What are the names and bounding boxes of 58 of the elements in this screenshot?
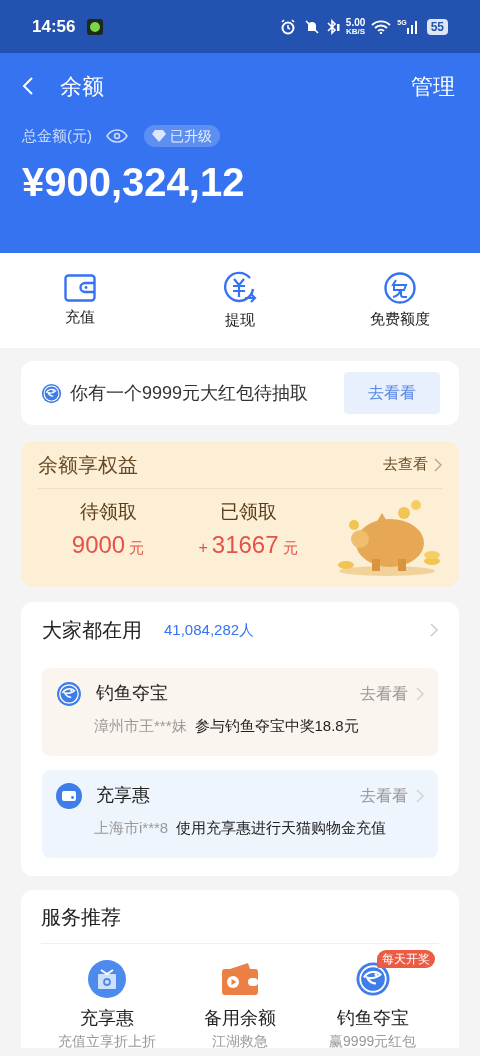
action-button[interactable]: 提现 <box>223 270 257 331</box>
wifi-icon <box>371 19 392 34</box>
service-title: 充享惠 <box>96 784 150 807</box>
user-name: 漳州市王***妹 <box>94 716 187 736</box>
card-icon <box>56 782 82 809</box>
battery-level: 55 <box>426 18 448 35</box>
section-title: 大家都在用 <box>42 618 142 643</box>
section-title: 服务推荐 <box>41 904 121 930</box>
stat-label: 已领取 <box>219 500 277 524</box>
view-link[interactable]: 去查看 <box>383 453 428 476</box>
back-button[interactable] <box>22 75 36 97</box>
chevron-right-icon <box>434 457 442 472</box>
service-card[interactable]: 钓鱼夺宝 去看看 漳州市王***妹 参与钓鱼夺宝中奖18.8元 <box>42 668 438 756</box>
chevron-right-icon <box>416 788 424 803</box>
service-card[interactable]: 充享惠 去看看 上海市i***8 使用充享惠进行天猫购物金充值 <box>42 770 438 858</box>
stat-unit: 元 <box>282 538 298 558</box>
yuan-transfer-icon <box>223 270 257 305</box>
activity-text: 使用充享惠进行天猫购物金充值 <box>176 818 387 838</box>
promo-text: 你有一个9999元大红包待抽取 <box>70 381 309 405</box>
balance-label: 总金额(元) <box>22 126 92 146</box>
action-button[interactable]: 免费额度 <box>370 271 430 330</box>
daily-draw-badge: 每天开奖 <box>376 950 435 968</box>
plus-sign: + <box>198 538 208 558</box>
service-item[interactable]: 备用余额 江湖救急 <box>173 944 307 1050</box>
service-item[interactable]: 每天开奖 钓鱼夺宝 赢9999元红包 <box>306 944 439 1050</box>
wallet-icon <box>64 273 96 302</box>
clock-time: 14:56 <box>32 15 76 38</box>
network-speed-unit: KB/S <box>346 27 366 36</box>
chevron-right-icon <box>430 623 438 637</box>
wallet-icon <box>222 961 258 997</box>
user-name: 上海市i***8 <box>94 818 169 838</box>
service-subtitle: 江湖救急 <box>212 1032 268 1050</box>
gift-icon <box>88 960 127 998</box>
balance-amount: ¥900,324,12 <box>22 161 246 202</box>
service-subtitle: 赢9999元红包 <box>329 1032 417 1050</box>
app-icon <box>87 18 104 35</box>
stat-value: 31667 <box>211 531 279 559</box>
stat-value: 9000 <box>71 531 126 559</box>
benefits-title: 余额享权益 <box>38 452 138 478</box>
manage-button[interactable]: 管理 <box>411 69 455 103</box>
page-title: 余额 <box>60 72 104 101</box>
service-title: 钓鱼夺宝 <box>96 682 168 705</box>
user-count: 41,084,282人 <box>164 619 255 640</box>
service-subtitle: 充值立享折上折 <box>58 1032 157 1050</box>
eye-icon[interactable] <box>106 129 128 144</box>
action-button[interactable]: 充值 <box>64 273 96 328</box>
free-icon <box>384 271 416 304</box>
bluetooth-icon <box>325 18 340 35</box>
upgraded-badge: 已升级 <box>144 125 220 148</box>
alarm-icon <box>279 18 296 35</box>
activity-text: 参与钓鱼夺宝中奖18.8元 <box>194 716 359 736</box>
network-speed: 5.00 <box>345 17 366 28</box>
service-item[interactable]: 充享惠 充值立享折上折 <box>41 944 174 1050</box>
mute-icon <box>303 18 320 35</box>
chevron-right-icon <box>416 686 424 701</box>
stat-unit: 元 <box>129 538 145 558</box>
stat-label: 待领取 <box>79 500 137 524</box>
signal-icon <box>406 19 419 34</box>
